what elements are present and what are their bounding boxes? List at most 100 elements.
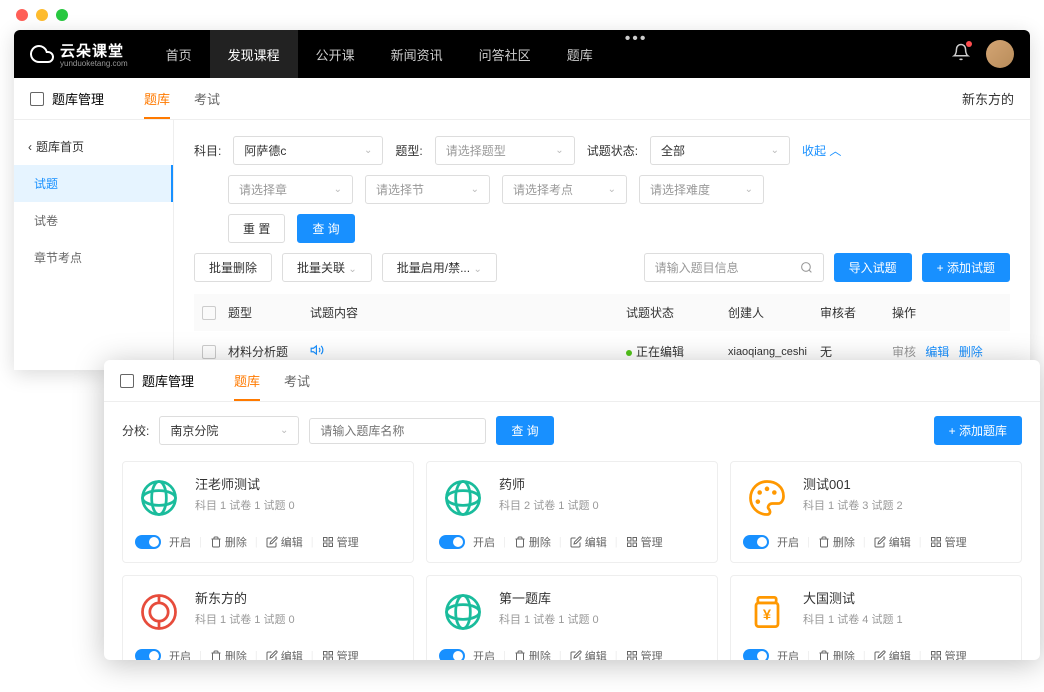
card-delete[interactable]: 删除 xyxy=(210,648,247,660)
card-manage[interactable]: 管理 xyxy=(322,534,359,550)
card-delete[interactable]: 删除 xyxy=(514,648,551,660)
w2-tab-bank[interactable]: 题库 xyxy=(234,360,260,401)
card-edit[interactable]: 编辑 xyxy=(570,648,607,660)
card-edit[interactable]: 编辑 xyxy=(266,534,303,550)
tab-bank[interactable]: 题库 xyxy=(144,78,170,119)
batch-enable-button[interactable]: 批量启用/禁... ⌄ xyxy=(382,253,497,282)
chapter-select[interactable]: 请选择章 ⌄ xyxy=(228,175,353,204)
card-edit[interactable]: 编辑 xyxy=(570,534,607,550)
toggle-switch[interactable] xyxy=(135,535,161,549)
sidebar-item-questions[interactable]: 试题 xyxy=(14,165,173,202)
chevron-down-icon: ⌄ xyxy=(364,145,372,156)
nav-home[interactable]: 首页 xyxy=(148,30,210,78)
bank-card[interactable]: 新东方的 科目 1 试卷 1 试题 0 开启 | 删除 | 编辑 | 管理 xyxy=(122,575,414,660)
row-checkbox[interactable] xyxy=(202,345,216,359)
card-title: 测试001 xyxy=(803,474,1009,493)
page-icon xyxy=(120,374,134,388)
reset-button[interactable]: 重 置 xyxy=(228,214,285,243)
toggle-switch[interactable] xyxy=(743,649,769,660)
select-all-checkbox[interactable] xyxy=(202,306,216,320)
sidebar-item-papers[interactable]: 试卷 xyxy=(14,202,173,239)
card-grid: 汪老师测试 科目 1 试卷 1 试题 0 开启 | 删除 | 编辑 | 管理 药… xyxy=(122,461,1022,660)
bell-icon[interactable] xyxy=(952,43,970,66)
batch-delete-button[interactable]: 批量删除 xyxy=(194,253,272,282)
card-delete[interactable]: 删除 xyxy=(818,534,855,550)
close-dot[interactable] xyxy=(16,9,28,21)
toggle-label: 开启 xyxy=(777,648,799,660)
globe-green-icon xyxy=(439,474,487,522)
review-link[interactable]: 审核 xyxy=(892,345,916,359)
bank-card[interactable]: 第一题库 科目 1 试卷 1 试题 0 开启 | 删除 | 编辑 | 管理 xyxy=(426,575,718,660)
w2-tab-exam[interactable]: 考试 xyxy=(284,360,310,401)
query-button[interactable]: 查 询 xyxy=(297,214,354,243)
point-select[interactable]: 请选择考点 ⌄ xyxy=(502,175,627,204)
status-select[interactable]: 全部 ⌄ xyxy=(650,136,790,165)
minimize-dot[interactable] xyxy=(36,9,48,21)
delete-link[interactable]: 删除 xyxy=(959,345,983,359)
logo-text: 云朵课堂 xyxy=(60,40,128,61)
toggle-switch[interactable] xyxy=(135,649,161,660)
card-edit[interactable]: 编辑 xyxy=(874,534,911,550)
maximize-dot[interactable] xyxy=(56,9,68,21)
section-select[interactable]: 请选择节 ⌄ xyxy=(365,175,490,204)
bank-card[interactable]: 药师 科目 2 试卷 1 试题 0 开启 | 删除 | 编辑 | 管理 xyxy=(426,461,718,563)
difficulty-select[interactable]: 请选择难度 ⌄ xyxy=(639,175,764,204)
avatar[interactable] xyxy=(986,40,1014,68)
edit-link[interactable]: 编辑 xyxy=(925,345,949,359)
window-controls xyxy=(0,0,1044,30)
import-button[interactable]: 导入试题 xyxy=(834,253,912,282)
toggle-switch[interactable] xyxy=(439,535,465,549)
nav-discover[interactable]: 发现课程 xyxy=(210,30,298,78)
type-select[interactable]: 请选择题型 ⌄ xyxy=(435,136,575,165)
header-status: 试题状态 xyxy=(626,304,716,321)
card-manage[interactable]: 管理 xyxy=(626,534,663,550)
batch-relate-button[interactable]: 批量关联 ⌄ xyxy=(282,253,372,282)
nav-news[interactable]: 新闻资讯 xyxy=(373,30,461,78)
toggle-switch[interactable] xyxy=(439,649,465,660)
card-manage[interactable]: 管理 xyxy=(930,534,967,550)
card-meta: 科目 1 试卷 1 试题 0 xyxy=(499,611,705,627)
cell-status: 正在编辑 xyxy=(626,343,716,360)
search-input[interactable]: 请输入题目信息 xyxy=(644,253,824,282)
chevron-left-icon: ‹ xyxy=(28,140,32,154)
type-label: 题型: xyxy=(395,142,422,159)
w2-query-button[interactable]: 查 询 xyxy=(496,416,553,445)
toggle-switch[interactable] xyxy=(743,535,769,549)
add-bank-button[interactable]: + 添加题库 xyxy=(934,416,1022,445)
collapse-link[interactable]: 收起 ︿ xyxy=(802,142,841,159)
branch-select[interactable]: 南京分院 ⌄ xyxy=(159,416,299,445)
nav-more[interactable]: ••• xyxy=(611,30,662,78)
card-manage[interactable]: 管理 xyxy=(322,648,359,660)
card-edit[interactable]: 编辑 xyxy=(266,648,303,660)
card-manage[interactable]: 管理 xyxy=(930,648,967,660)
logo[interactable]: 云朵课堂 yunduoketang.com xyxy=(30,40,128,68)
palette-orange-icon xyxy=(743,474,791,522)
coin-red-icon xyxy=(135,588,183,636)
nav-bank[interactable]: 题库 xyxy=(549,30,611,78)
card-title: 第一题库 xyxy=(499,588,705,607)
nav-qa[interactable]: 问答社区 xyxy=(461,30,549,78)
bank-card[interactable]: 大国测试 科目 1 试卷 4 试题 1 开启 | 删除 | 编辑 | 管理 xyxy=(730,575,1022,660)
card-manage[interactable]: 管理 xyxy=(626,648,663,660)
add-question-button[interactable]: + 添加试题 xyxy=(922,253,1010,282)
tab-exam[interactable]: 考试 xyxy=(194,78,220,119)
chevron-down-icon: ⌄ xyxy=(771,145,779,156)
card-delete[interactable]: 删除 xyxy=(210,534,247,550)
jar-orange-icon xyxy=(743,588,791,636)
subject-select[interactable]: 阿萨德c ⌄ xyxy=(233,136,383,165)
card-edit[interactable]: 编辑 xyxy=(874,648,911,660)
status-label: 试题状态: xyxy=(587,142,638,159)
sidebar-item-chapters[interactable]: 章节考点 xyxy=(14,239,173,276)
cell-type: 材料分析题 xyxy=(228,343,298,360)
card-delete[interactable]: 删除 xyxy=(514,534,551,550)
logo-subtitle: yunduoketang.com xyxy=(60,59,128,68)
bank-name-input[interactable] xyxy=(309,418,486,444)
back-link[interactable]: ‹ 题库首页 xyxy=(14,128,173,165)
search-icon xyxy=(800,261,813,274)
card-delete[interactable]: 删除 xyxy=(818,648,855,660)
sound-icon[interactable] xyxy=(310,343,614,360)
w2-header: 题库管理 题库 考试 xyxy=(104,360,1040,402)
bank-card[interactable]: 测试001 科目 1 试卷 3 试题 2 开启 | 删除 | 编辑 | 管理 xyxy=(730,461,1022,563)
bank-card[interactable]: 汪老师测试 科目 1 试卷 1 试题 0 开启 | 删除 | 编辑 | 管理 xyxy=(122,461,414,563)
nav-public[interactable]: 公开课 xyxy=(298,30,373,78)
